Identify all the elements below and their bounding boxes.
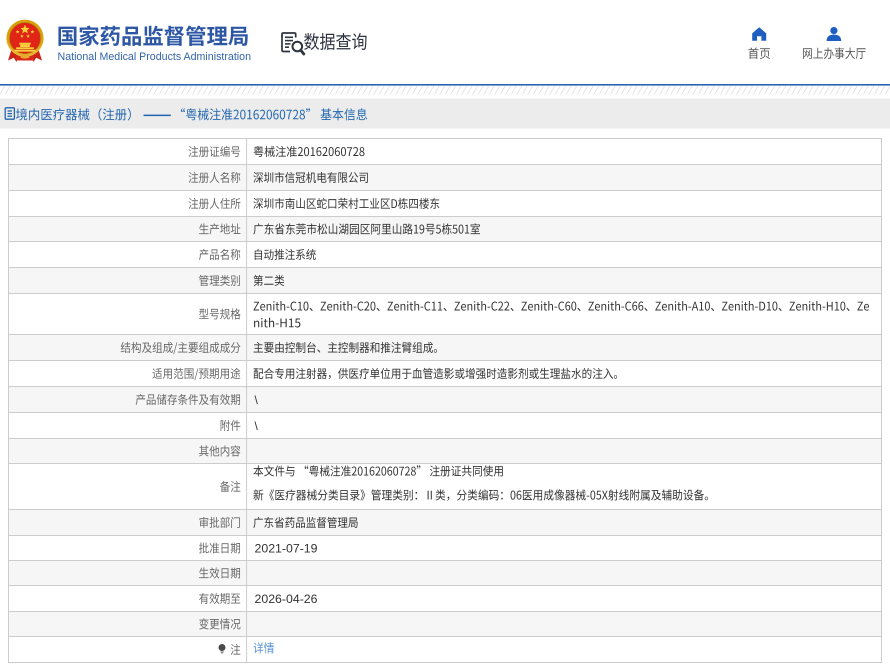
svg-text:National Medical Products Admi: National Medical Products Administration (58, 51, 252, 63)
svg-text:2021-07-19: 2021-07-19 (255, 542, 318, 556)
svg-text:2026-04-26: 2026-04-26 (255, 592, 318, 606)
svg-text:\: \ (255, 419, 259, 433)
